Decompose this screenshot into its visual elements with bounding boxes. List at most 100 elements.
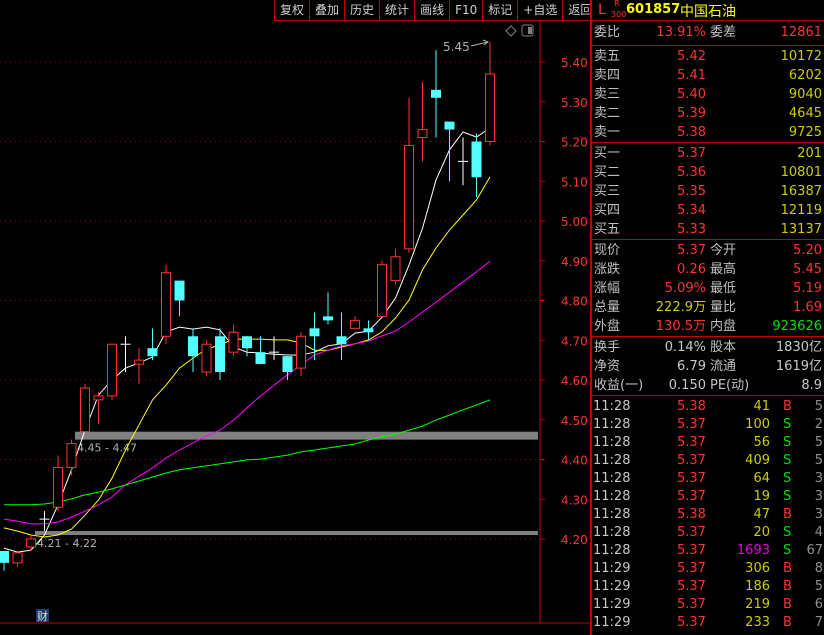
- stat-value: 5.20: [793, 243, 822, 258]
- tick-side: S: [783, 435, 792, 450]
- ask-row[interactable]: 卖四 5.41 6202: [592, 66, 824, 85]
- tick-row[interactable]: 11:28 5.37 1693 S 67: [592, 542, 824, 560]
- stat-value: 0.26: [677, 262, 706, 277]
- bid-row[interactable]: 买三 5.35 16387: [592, 182, 824, 201]
- tick-side: B: [783, 507, 792, 522]
- candle[interactable]: [228, 324, 239, 357]
- kline-chart[interactable]: 4.45 - 4.474.21 - 4.22 5.405.305.205.105…: [0, 0, 590, 635]
- bid-row[interactable]: 买五 5.33 13137: [592, 220, 824, 239]
- fundamental-row: 换手 0.14% 股本 1830亿: [592, 338, 824, 357]
- toolbar-button[interactable]: 叠加: [309, 0, 344, 20]
- candle[interactable]: [431, 50, 441, 138]
- candle[interactable]: [471, 133, 482, 198]
- candle[interactable]: [107, 343, 117, 400]
- toolbar-button[interactable]: F10: [449, 0, 482, 20]
- candle[interactable]: [215, 328, 225, 380]
- y-tick-label: 4.30: [561, 493, 588, 507]
- candle[interactable]: [0, 550, 9, 571]
- tick-list[interactable]: 11:28 5.38 41 B 5 11:28 5.37 100 S 2 11:28 5.37 56 S 5…: [592, 395, 824, 632]
- candle[interactable]: [134, 348, 144, 384]
- candle[interactable]: [336, 312, 347, 361]
- ask-row[interactable]: 卖三 5.40 9040: [592, 85, 824, 104]
- candle[interactable]: [323, 292, 333, 325]
- candle[interactable]: [93, 391, 104, 424]
- y-tick-label: 5.20: [561, 136, 588, 150]
- candle[interactable]: [66, 439, 77, 476]
- tick-row[interactable]: 11:29 5.37 306 B 8: [592, 560, 824, 578]
- fundamentals: 换手 0.14% 股本 1830亿 净资 6.79 流通 1619亿 收益(一) 0.150 PE(…: [592, 336, 824, 395]
- toolbar-button[interactable]: 复权: [274, 0, 309, 20]
- stat-label: 收益(一): [594, 378, 644, 393]
- candle[interactable]: [188, 328, 198, 373]
- y-tick-label: 4.70: [561, 334, 588, 348]
- level-price: 5.35: [677, 184, 706, 199]
- candle-body: [188, 336, 198, 357]
- ask-row[interactable]: 卖二 5.39 4645: [592, 104, 824, 123]
- tick-row[interactable]: 11:29 5.37 233 B 7: [592, 614, 824, 632]
- candle[interactable]: [161, 264, 171, 345]
- candle[interactable]: [377, 260, 387, 317]
- level-volume: 6202: [788, 68, 822, 83]
- candle[interactable]: [80, 383, 90, 433]
- diamond-icon[interactable]: [505, 25, 517, 37]
- tick-row[interactable]: 11:28 5.37 20 S 4: [592, 524, 824, 542]
- candle[interactable]: [12, 550, 23, 567]
- tick-row[interactable]: 11:29 5.37 186 B 5: [592, 578, 824, 596]
- tick-row[interactable]: 11:28 5.38 41 B 5: [592, 398, 824, 416]
- panel-toggle-icon[interactable]: [521, 24, 534, 37]
- ask-row[interactable]: 卖一 5.38 9725: [592, 123, 824, 142]
- candle[interactable]: [350, 316, 360, 329]
- tick-row[interactable]: 11:28 5.37 64 S 3: [592, 470, 824, 488]
- candle-body: [215, 336, 225, 373]
- tick-volume: 1693: [736, 543, 770, 558]
- candle[interactable]: [444, 121, 455, 182]
- candle[interactable]: [282, 356, 293, 380]
- stat-value: 130.5万: [655, 319, 706, 334]
- bid-row[interactable]: 买一 5.37 201: [592, 144, 824, 163]
- order-ratio-value: 13.91%: [656, 25, 706, 40]
- tick-row[interactable]: 11:28 5.38 47 B 3: [592, 506, 824, 524]
- toolbar-button[interactable]: 画线: [414, 0, 449, 20]
- stat-value: 222.9万: [655, 300, 706, 315]
- stat-label: 最高: [710, 262, 737, 277]
- toolbar-button[interactable]: 标记: [482, 0, 517, 20]
- toolbar-button[interactable]: 历史: [344, 0, 379, 20]
- y-tick-label: 5.40: [561, 56, 588, 70]
- y-tick-label: 5.30: [561, 96, 588, 110]
- stat-value: 5.19: [793, 281, 822, 296]
- stat-label: 量比: [710, 300, 737, 315]
- candle[interactable]: [53, 455, 63, 512]
- candle[interactable]: [147, 328, 158, 361]
- candle-body: [174, 280, 185, 301]
- toolbar-button[interactable]: +自选: [517, 0, 562, 20]
- candle[interactable]: [404, 97, 414, 253]
- candle[interactable]: [174, 280, 185, 317]
- tick-row[interactable]: 11:29 5.37 219 B 6: [592, 596, 824, 614]
- candle-body: [66, 443, 77, 468]
- toolbar-button[interactable]: 统计: [379, 0, 414, 20]
- stat-label: 外盘: [594, 319, 621, 334]
- price-zones: 4.45 - 4.47 4.21 - 4.22: [35, 431, 538, 550]
- candles[interactable]: [0, 42, 495, 571]
- candle[interactable]: [255, 336, 266, 365]
- candle[interactable]: [26, 535, 36, 551]
- candle[interactable]: [201, 340, 212, 377]
- stat-value: 1.69: [793, 300, 822, 315]
- bid-row[interactable]: 买二 5.36 10801: [592, 163, 824, 182]
- candle[interactable]: [296, 332, 306, 377]
- fundamental-row: 净资 6.79 流通 1619亿: [592, 357, 824, 376]
- candle[interactable]: [242, 336, 252, 357]
- candle[interactable]: [390, 248, 401, 285]
- ask-row[interactable]: 卖五 5.42 10172: [592, 47, 824, 66]
- tick-row[interactable]: 11:28 5.37 409 S 5: [592, 452, 824, 470]
- tick-row[interactable]: 11:28 5.37 19 S 3: [592, 488, 824, 506]
- tick-volume: 19: [753, 489, 770, 504]
- tick-row[interactable]: 11:28 5.37 100 S 2: [592, 416, 824, 434]
- bid-row[interactable]: 买四 5.34 12119: [592, 201, 824, 220]
- candle[interactable]: [417, 81, 428, 162]
- candle[interactable]: [485, 42, 495, 146]
- candle[interactable]: [458, 137, 468, 186]
- candle-body: [350, 319, 360, 329]
- stat-label: 流通: [710, 359, 737, 374]
- tick-row[interactable]: 11:28 5.37 56 S 5: [592, 434, 824, 452]
